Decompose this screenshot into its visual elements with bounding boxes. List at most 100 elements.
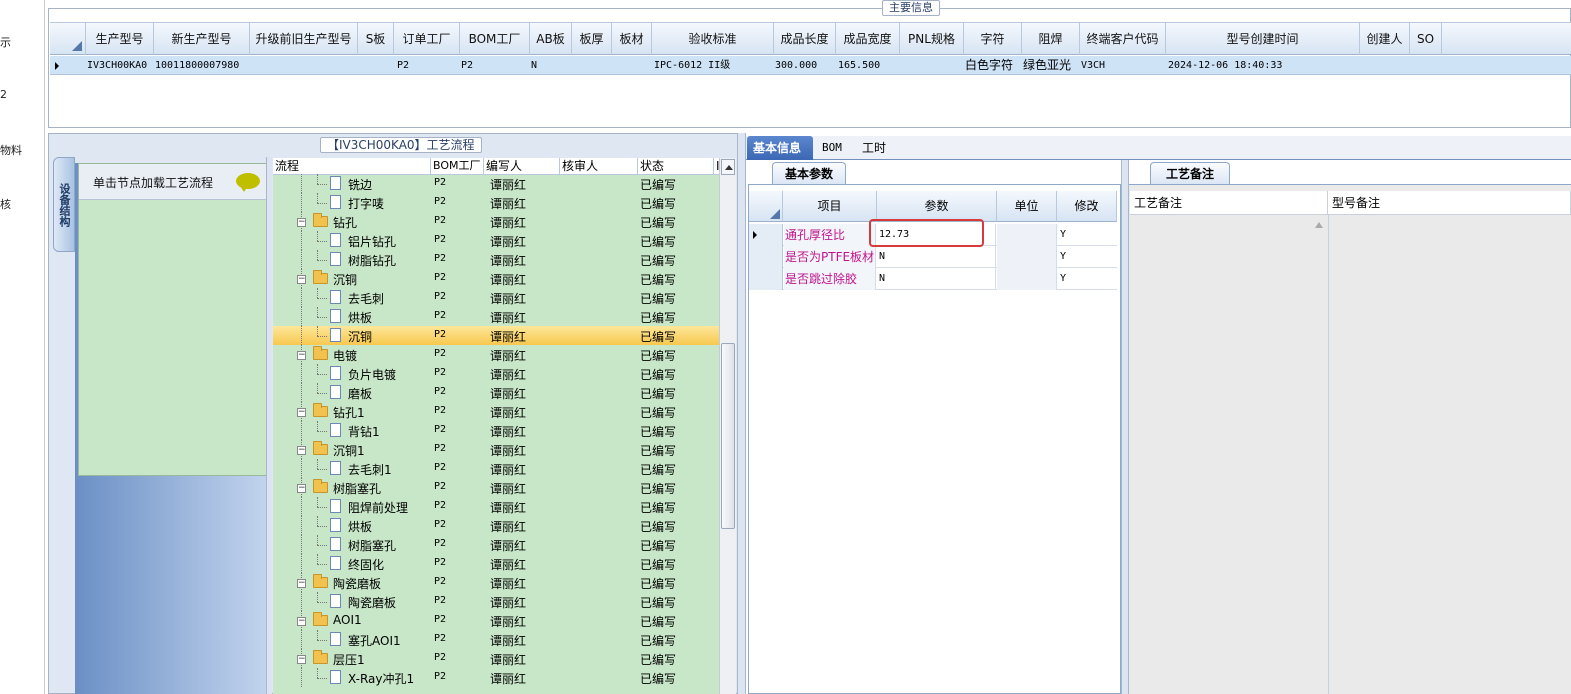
- flow-row[interactable]: − AOI1 P2 谭丽红 已编写: [273, 611, 719, 630]
- cell-width[interactable]: 165.500: [837, 56, 900, 75]
- flow-row[interactable]: 背钻1 P2 谭丽红 已编写: [273, 421, 719, 440]
- col-header-bom[interactable]: BOM工厂: [431, 158, 484, 175]
- flow-row[interactable]: 铝片钻孔 P2 谭丽红 已编写: [273, 231, 719, 250]
- col-header[interactable]: 板材: [612, 23, 652, 55]
- flow-row[interactable]: − 钻孔1 P2 谭丽红 已编写: [273, 402, 719, 421]
- cell-order-factory[interactable]: P2: [396, 56, 460, 75]
- col-header[interactable]: 成品宽度: [836, 23, 900, 55]
- cell-legend[interactable]: 白色字符: [964, 56, 1022, 75]
- device-tree[interactable]: 单击节点加载工艺流程: [78, 163, 267, 476]
- flow-row[interactable]: 塞孔AOI1 P2 谭丽红 已编写: [273, 630, 719, 649]
- col-header[interactable]: PNL规格: [900, 23, 964, 55]
- nav-item-3[interactable]: 物料: [0, 142, 22, 158]
- col-header[interactable]: 阻焊: [1022, 23, 1080, 55]
- col-header-writer[interactable]: 编写人: [484, 158, 560, 175]
- notes-col-model[interactable]: 型号备注: [1328, 191, 1571, 215]
- flow-row[interactable]: 沉铜 P2 谭丽红 已编写: [273, 326, 719, 345]
- cell-material[interactable]: [612, 56, 652, 75]
- notes-col-process[interactable]: 工艺备注: [1130, 191, 1328, 215]
- col-header[interactable]: 升级前旧生产型号: [250, 23, 358, 55]
- cell-create-time[interactable]: 2024-12-06 18:40:33: [1167, 56, 1360, 75]
- tab-basic-info[interactable]: 基本信息: [747, 136, 813, 160]
- cell-customer-code[interactable]: V3CH: [1080, 56, 1166, 75]
- cell-s-board[interactable]: [358, 56, 394, 75]
- col-header[interactable]: 生产型号: [86, 23, 154, 55]
- param-col-value[interactable]: 参数: [877, 191, 997, 222]
- flow-row[interactable]: 陶瓷磨板 P2 谭丽红 已编写: [273, 592, 719, 611]
- nav-item-4[interactable]: 核: [0, 196, 11, 212]
- col-header[interactable]: 型号创建时间: [1166, 23, 1360, 55]
- cell-bom-factory[interactable]: P2: [460, 56, 530, 75]
- param-row[interactable]: 是否跳过除胶 N Y: [749, 268, 1117, 290]
- flow-row[interactable]: − 树脂塞孔 P2 谭丽红 已编写: [273, 478, 719, 497]
- col-header[interactable]: 终端客户代码: [1080, 23, 1166, 55]
- col-header[interactable]: 验收标准: [652, 23, 774, 55]
- flow-row[interactable]: 去毛刺 P2 谭丽红 已编写: [273, 288, 719, 307]
- cell-model[interactable]: IV3CH00KA0: [86, 56, 154, 75]
- collapse-icon[interactable]: −: [297, 617, 306, 626]
- param-unit[interactable]: [997, 246, 1057, 268]
- row-header[interactable]: [749, 268, 783, 290]
- flow-row[interactable]: − 钻孔 P2 谭丽红 已编写: [273, 212, 719, 231]
- col-header[interactable]: S板: [358, 23, 394, 55]
- col-header[interactable]: 板厚: [572, 23, 612, 55]
- splitter-left[interactable]: [266, 157, 272, 694]
- flow-row[interactable]: X-Ray冲孔1 P2 谭丽红 已编写: [273, 668, 719, 687]
- flow-row[interactable]: 去毛刺1 P2 谭丽红 已编写: [273, 459, 719, 478]
- col-header[interactable]: 成品长度: [774, 23, 836, 55]
- row-header[interactable]: [749, 224, 783, 246]
- cell-creator[interactable]: [1360, 56, 1410, 75]
- cell-new-model[interactable]: 10011800007980: [154, 56, 250, 75]
- nav-item-2[interactable]: 2: [0, 88, 7, 101]
- flow-row[interactable]: 负片电镀 P2 谭丽红 已编写: [273, 364, 719, 383]
- col-header[interactable]: SO: [1410, 23, 1442, 55]
- param-unit[interactable]: [997, 268, 1057, 290]
- tab-work-hours[interactable]: 工时: [856, 136, 892, 160]
- tab-bom[interactable]: BOM: [816, 136, 848, 160]
- col-header[interactable]: 字符: [964, 23, 1022, 55]
- param-value[interactable]: N: [877, 246, 996, 268]
- flow-row[interactable]: 阻焊前处理 P2 谭丽红 已编写: [273, 497, 719, 516]
- row-header[interactable]: [749, 246, 783, 268]
- param-modify[interactable]: Y: [1058, 224, 1117, 246]
- comment-bubble-icon[interactable]: [236, 173, 260, 192]
- notes-scroll-up-icon[interactable]: [1315, 222, 1323, 228]
- col-header[interactable]: BOM工厂: [460, 23, 530, 55]
- col-header[interactable]: 创建人: [1360, 23, 1410, 55]
- param-col-modify[interactable]: 修改: [1057, 191, 1117, 222]
- flow-row[interactable]: 烘板 P2 谭丽红 已编写: [273, 516, 719, 535]
- flow-row[interactable]: 树脂钻孔 P2 谭丽红 已编写: [273, 250, 719, 269]
- col-header[interactable]: 新生产型号: [154, 23, 250, 55]
- cell-length[interactable]: 300.000: [774, 56, 836, 75]
- col-header-reviewer[interactable]: 核审人: [560, 158, 638, 175]
- tab-process-notes[interactable]: 工艺备注: [1150, 162, 1230, 185]
- cell-so[interactable]: [1410, 56, 1442, 75]
- flow-row[interactable]: − 陶瓷磨板 P2 谭丽红 已编写: [273, 573, 719, 592]
- flow-row[interactable]: − 沉铜1 P2 谭丽红 已编写: [273, 440, 719, 459]
- table-row[interactable]: IV3CH00KA0 10011800007980 P2 P2 N IPC-60…: [50, 56, 1571, 75]
- flow-row[interactable]: − 电镀 P2 谭丽红 已编写: [273, 345, 719, 364]
- col-header[interactable]: AB板: [530, 23, 572, 55]
- collapse-icon[interactable]: −: [297, 446, 306, 455]
- col-header-flow[interactable]: 流程: [273, 158, 431, 175]
- param-col-item[interactable]: 项目: [783, 191, 877, 222]
- nav-item-1[interactable]: 示: [0, 34, 11, 50]
- flow-row[interactable]: 烘板 P2 谭丽红 已编写: [273, 307, 719, 326]
- param-unit[interactable]: [997, 224, 1057, 246]
- cell-ab-board[interactable]: N: [530, 56, 572, 75]
- flow-scrollbar[interactable]: [719, 158, 736, 694]
- cell-standard[interactable]: IPC-6012 II级: [653, 56, 774, 75]
- collapse-icon[interactable]: −: [297, 218, 306, 227]
- param-col-unit[interactable]: 单位: [997, 191, 1057, 222]
- cell-thickness[interactable]: [572, 56, 612, 75]
- flow-row[interactable]: 树脂塞孔 P2 谭丽红 已编写: [273, 535, 719, 554]
- tab-device-structure[interactable]: 设备结构: [53, 157, 75, 252]
- cell-old-model[interactable]: [250, 56, 358, 75]
- param-modify[interactable]: Y: [1058, 246, 1117, 268]
- col-header[interactable]: 订单工厂: [394, 23, 460, 55]
- collapse-icon[interactable]: −: [297, 275, 306, 284]
- param-modify[interactable]: Y: [1058, 268, 1117, 290]
- scroll-up-icon[interactable]: [721, 159, 735, 175]
- collapse-icon[interactable]: −: [297, 655, 306, 664]
- cell-pnl[interactable]: [900, 56, 964, 75]
